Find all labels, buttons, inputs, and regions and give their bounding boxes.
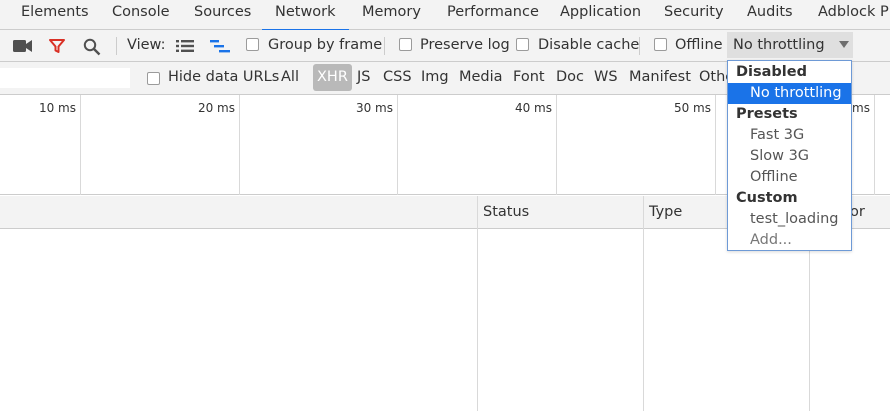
column-initiator[interactable]: or	[850, 196, 865, 228]
filter-type-media[interactable]: Media	[459, 64, 503, 91]
throttling-select[interactable]: No throttling	[727, 32, 853, 58]
list-view-icon[interactable]	[176, 40, 194, 52]
tick-label: 20 ms	[197, 101, 235, 115]
menu-group-presets: Presets	[736, 106, 798, 122]
disable-cache-checkbox[interactable]	[516, 38, 529, 51]
tab-security[interactable]: Security	[664, 0, 724, 29]
offline-label[interactable]: Offline	[675, 30, 723, 61]
filter-type-js[interactable]: JS	[357, 64, 370, 91]
grid-line	[874, 95, 875, 195]
menu-item-slow-3g[interactable]: Slow 3G	[728, 146, 851, 167]
filter-input[interactable]	[0, 68, 130, 88]
tab-sources[interactable]: Sources	[194, 0, 251, 29]
filter-icon[interactable]	[49, 38, 65, 54]
hide-data-urls-label[interactable]: Hide data URLs	[168, 64, 279, 91]
waterfall-view-icon[interactable]	[210, 40, 230, 53]
toolbar-divider	[384, 37, 385, 55]
menu-group-custom: Custom	[736, 190, 798, 206]
tab-memory[interactable]: Memory	[362, 0, 421, 29]
tick-label: 40 ms	[514, 101, 552, 115]
grid-line	[715, 95, 716, 195]
tab-performance[interactable]: Performance	[447, 0, 539, 29]
filter-type-xhr[interactable]: XHR	[313, 64, 352, 91]
filter-type-doc[interactable]: Doc	[556, 64, 584, 91]
view-label: View:	[127, 37, 166, 53]
network-toolbar: View: Group by frame Preserve log Disabl…	[0, 30, 890, 62]
preserve-log-label[interactable]: Preserve log	[420, 30, 510, 61]
tab-console[interactable]: Console	[112, 0, 170, 29]
throttling-dropdown-menu: Disabled No throttling Presets Fast 3G S…	[727, 60, 852, 251]
devtools-tab-bar: Elements Console Sources Network Memory …	[0, 0, 890, 31]
column-divider[interactable]	[477, 196, 478, 411]
tick-label: 10 ms	[38, 101, 76, 115]
grid-line	[556, 95, 557, 195]
disable-cache-label[interactable]: Disable cache	[538, 30, 639, 61]
menu-item-add[interactable]: Add...	[728, 230, 851, 251]
tick-label: 50 ms	[673, 101, 711, 115]
toolbar-divider	[639, 37, 640, 55]
tick-label: ms	[852, 101, 870, 115]
chevron-down-icon	[839, 41, 849, 48]
menu-group-disabled: Disabled	[736, 64, 807, 80]
tab-adblock[interactable]: Adblock Pl	[818, 0, 890, 29]
filter-type-ws[interactable]: WS	[594, 64, 618, 91]
video-camera-icon[interactable]	[13, 39, 33, 53]
group-by-frame-label[interactable]: Group by frame	[268, 30, 382, 61]
preserve-log-checkbox[interactable]	[399, 38, 412, 51]
filter-type-font[interactable]: Font	[513, 64, 545, 91]
column-status[interactable]: Status	[483, 196, 529, 228]
grid-line	[80, 95, 81, 195]
group-by-frame-checkbox[interactable]	[246, 38, 259, 51]
column-type[interactable]: Type	[649, 196, 682, 228]
filter-type-css[interactable]: CSS	[383, 64, 412, 91]
tab-application[interactable]: Application	[560, 0, 641, 29]
hide-data-urls-checkbox[interactable]	[147, 72, 160, 85]
menu-item-test-loading[interactable]: test_loading	[728, 209, 851, 230]
menu-item-offline[interactable]: Offline	[728, 167, 851, 188]
filter-type-img[interactable]: Img	[421, 64, 449, 91]
grid-line	[397, 95, 398, 195]
menu-item-no-throttling[interactable]: No throttling	[728, 83, 851, 104]
offline-checkbox[interactable]	[654, 38, 667, 51]
toolbar-divider	[116, 37, 117, 55]
grid-line	[239, 95, 240, 195]
column-divider[interactable]	[643, 196, 644, 411]
throttling-select-value: No throttling	[733, 37, 825, 53]
tab-network[interactable]: Network	[262, 0, 349, 31]
tick-label: 30 ms	[355, 101, 393, 115]
filter-type-manifest[interactable]: Manifest	[629, 64, 691, 91]
menu-item-fast-3g[interactable]: Fast 3G	[728, 125, 851, 146]
tab-audits[interactable]: Audits	[747, 0, 793, 29]
tab-elements[interactable]: Elements	[21, 0, 89, 29]
search-icon[interactable]	[83, 38, 101, 56]
filter-type-all[interactable]: All	[281, 64, 299, 91]
